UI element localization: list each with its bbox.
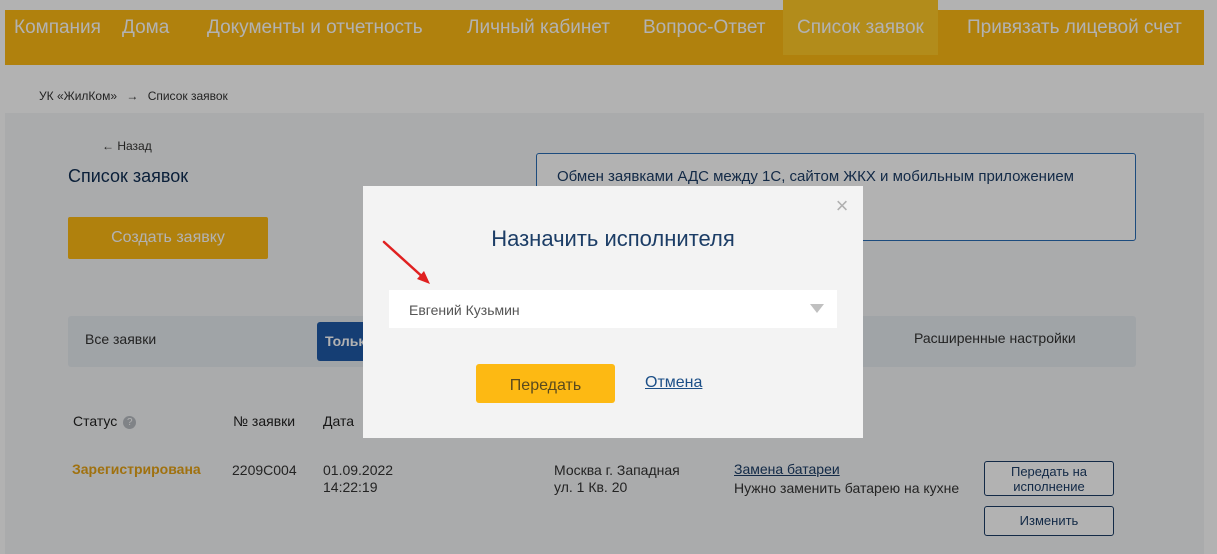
modal-title: Назначить исполнителя xyxy=(491,226,735,251)
close-icon[interactable]: × xyxy=(834,195,850,217)
submit-button[interactable]: Передать xyxy=(476,364,615,403)
cancel-link[interactable]: Отмена xyxy=(645,374,702,392)
red-arrow-icon xyxy=(382,240,430,284)
chevron-down-icon[interactable] xyxy=(810,304,824,313)
executor-select-value: Евгений Кузьмин xyxy=(409,302,520,318)
